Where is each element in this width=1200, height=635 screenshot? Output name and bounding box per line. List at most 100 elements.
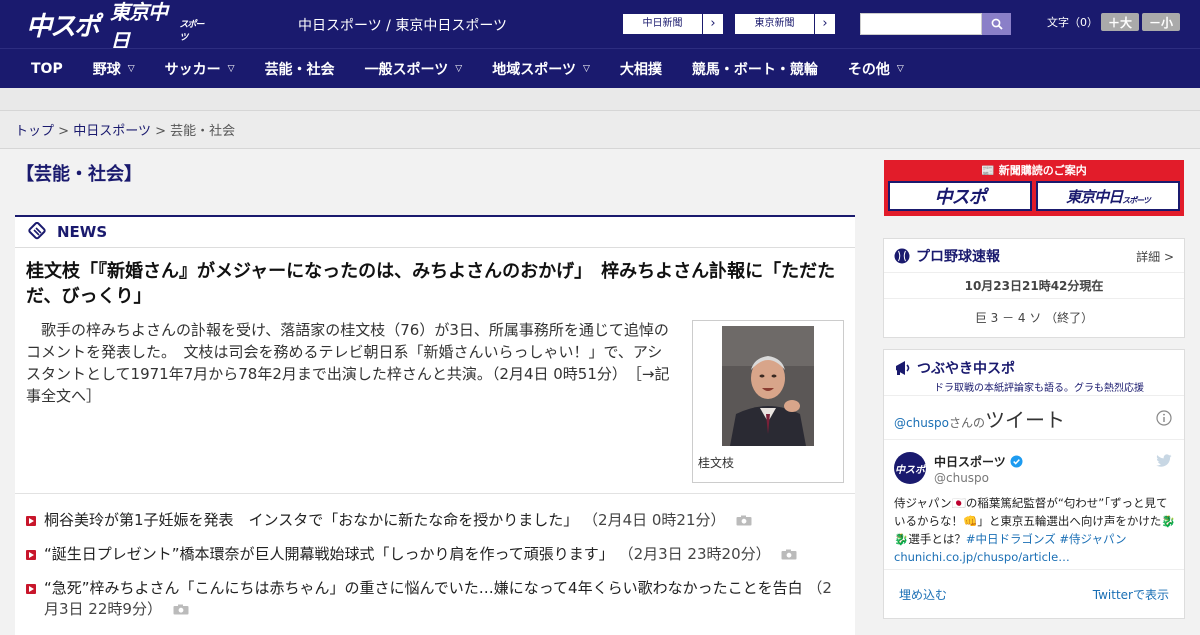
twitter-card-subtitle: ドラ取戦の本紙評論家も語る。グラも熱烈応援 xyxy=(934,383,1144,394)
news-panel: NEWS 桂文枝「『新婚さん』がメジャーになったのは、みちよさんのおかげ」 梓み… xyxy=(15,215,855,635)
nav-label: 大相撲 xyxy=(619,61,662,78)
info-icon[interactable] xyxy=(1156,410,1172,426)
nav-item-baseball[interactable]: 野球 ▽ xyxy=(78,49,150,89)
newspaper-icon: 📰 xyxy=(981,164,995,177)
nav-label: 野球 xyxy=(92,61,121,78)
main-article-text: 歌手の梓みちよさんの訃報を受け、落語家の桂文枝（76）が3日、所属事務所を通じて… xyxy=(26,321,669,383)
baseball-detail-link[interactable]: 詳細 > xyxy=(1136,248,1174,265)
search-icon xyxy=(991,18,1003,30)
embed-link[interactable]: 埋め込む xyxy=(899,586,947,603)
nav-item-top[interactable]: TOP xyxy=(16,49,78,89)
tokyo-shimbun-label: 東京新聞 xyxy=(735,14,815,34)
nav-item-other[interactable]: その他 ▽ xyxy=(833,49,919,89)
chuspo-logo[interactable]: 中スポ xyxy=(24,6,100,42)
font-bigger-button[interactable]: ＋大 xyxy=(1101,13,1139,31)
tweet-account-name[interactable]: 中日スポーツ xyxy=(934,453,1023,470)
chevron-right-icon: › xyxy=(822,16,828,31)
subscribe-tokyo-sub: スポーツ xyxy=(1122,195,1151,205)
list-item[interactable]: “誕生日プレゼント”橋本環奈が巨人開幕戦始球式「しっかり肩を作って頑張ります」 … xyxy=(26,544,841,565)
article-photo[interactable]: 桂文枝 xyxy=(692,320,844,483)
news-label: NEWS xyxy=(57,223,108,241)
view-on-twitter-link[interactable]: Twitterで表示 xyxy=(1093,586,1169,603)
list-item-title[interactable]: 桐谷美玲が第1子妊娠を発表 インスタで「おなかに新たな命を授かりました」 xyxy=(44,511,578,529)
list-item-title[interactable]: “誕生日プレゼント”橋本環奈が巨人開幕戦始球式「しっかり肩を作って頑張ります」 xyxy=(44,545,614,563)
tweet-text: 侍ジャパン🇯🇵の稲葉篤紀監督が“匂わせ”「ずっと見ているからな！👊」と東京五輪選… xyxy=(894,494,1176,566)
chevron-right-icon: › xyxy=(710,16,716,31)
main-article-body: 歌手の梓みちよさんの訃報を受け、落語家の桂文枝（76）が3日、所属事務所を通じて… xyxy=(26,319,676,407)
twitter-card-title: つぶやき中スポ xyxy=(917,361,1015,377)
chevron-down-icon: ▽ xyxy=(127,63,135,74)
twitter-card: つぶやき中スポ ドラ取戦の本紙評論家も語る。グラも熱烈応援 @chuspoさんの… xyxy=(883,349,1185,619)
list-item-date: （2月3日 23時20分） xyxy=(618,545,771,563)
list-item-date: （2月4日 0時21分） xyxy=(583,511,726,529)
news-header: NEWS xyxy=(15,217,855,248)
breadcrumb-current: 芸能・社会 xyxy=(170,124,236,139)
arrow-bullet-icon xyxy=(26,550,36,560)
camera-icon xyxy=(781,549,797,560)
chevron-down-icon: ▽ xyxy=(227,63,235,74)
nav-label: 競馬・ボート・競輪 xyxy=(691,61,818,78)
nav-item-sumo[interactable]: 大相撲 xyxy=(605,49,677,89)
nav-item-soccer[interactable]: サッカー ▽ xyxy=(150,49,250,89)
list-item[interactable]: “急死”梓みちよさん「こんにちは赤ちゃん」の重さに悩んでいた…嫌になって4年くら… xyxy=(26,578,841,620)
subscription-title: 📰 新聞購読のご案内 xyxy=(884,162,1184,178)
chunichi-shimbun-label: 中日新聞 xyxy=(623,14,703,34)
font-smaller-button[interactable]: －小 xyxy=(1142,13,1180,31)
megaphone-icon xyxy=(896,361,910,375)
search-input[interactable] xyxy=(860,13,982,35)
nav-label: TOP xyxy=(31,60,63,77)
list-item[interactable]: 桐谷美玲が第1子妊娠を発表 インスタで「おなかに新たな命を授かりました」 （2月… xyxy=(26,510,841,531)
avatar[interactable]: 中スポ xyxy=(894,452,926,484)
nav-item-regional-sports[interactable]: 地域スポーツ ▽ xyxy=(477,49,605,89)
nav-label: 芸能・社会 xyxy=(264,61,335,78)
chunichi-shimbun-button[interactable]: 中日新聞 › xyxy=(622,13,724,35)
ad-band xyxy=(0,88,1200,111)
tokyo-shimbun-button[interactable]: 東京新聞 › xyxy=(734,13,836,35)
tweets-handle-link[interactable]: @chuspo xyxy=(894,416,949,430)
arrow-bullet-icon xyxy=(26,516,36,526)
site-title-link[interactable]: 中日スポーツ / 東京中日スポーツ xyxy=(298,15,507,35)
nav-label: 地域スポーツ xyxy=(492,61,576,78)
score-game-row[interactable]: 巨 3 － 4 ソ （終了） xyxy=(884,299,1184,337)
subscribe-chuspo-logo: 中スポ xyxy=(888,181,1032,211)
tweets-handle-suffix: さんの xyxy=(949,416,986,430)
twitter-card-header: つぶやき中スポ ドラ取戦の本紙評論家も語る。グラも熱烈応援 xyxy=(884,350,1184,396)
page-title: 【芸能・社会】 xyxy=(16,164,142,185)
subscription-banner[interactable]: 📰 新聞購読のご案内 中スポ 東京中日 スポーツ xyxy=(884,160,1184,216)
tokyo-logo-text: 東京中日 xyxy=(110,0,168,53)
tokyo-logo-sub: スポーツ xyxy=(179,20,204,43)
main-nav: TOP 野球 ▽ サッカー ▽ 芸能・社会 一般スポーツ ▽ 地域スポーツ ▽ 大相撲 … xyxy=(0,48,1200,88)
arrow-bullet-icon xyxy=(26,584,36,594)
tweets-label: ツイート xyxy=(985,408,1066,432)
search-button[interactable] xyxy=(982,13,1011,35)
nav-item-entertainment[interactable]: 芸能・社会 xyxy=(250,49,350,89)
twitter-card-footer: 埋め込む Twitterで表示 xyxy=(884,570,1184,615)
news-tag-icon xyxy=(28,222,46,240)
list-item-title[interactable]: “急死”梓みちよさん「こんにちは赤ちゃん」の重さに悩んでいた…嫌になって4年くら… xyxy=(44,579,803,597)
twitter-bird-icon[interactable] xyxy=(1156,454,1172,468)
tweet-account-handle: @chuspo xyxy=(934,471,990,485)
portrait-image xyxy=(722,326,814,446)
photo-image xyxy=(722,326,814,446)
tokyo-chunichi-logo[interactable]: 東京中日 スポーツ xyxy=(110,0,208,53)
breadcrumb-top[interactable]: トップ xyxy=(15,124,54,139)
subscribe-tokyo-logo: 東京中日 スポーツ xyxy=(1036,181,1180,211)
nav-item-racing[interactable]: 競馬・ボート・競輪 xyxy=(677,49,833,89)
font-size-label: 文字（0） xyxy=(1047,16,1098,29)
tweet-account-name-text: 中日スポーツ xyxy=(934,455,1006,469)
section-divider xyxy=(15,493,855,494)
breadcrumb-chunichi-sports[interactable]: 中日スポーツ xyxy=(73,124,151,139)
nav-item-general-sports[interactable]: 一般スポーツ ▽ xyxy=(350,49,478,89)
main-article-title[interactable]: 桂文枝「『新婚さん』がメジャーになったのは、みちよさんのおかげ」 梓みちよさん訃… xyxy=(26,259,836,309)
chevron-down-icon: ▽ xyxy=(455,63,463,74)
top-header: 中スポ 東京中日 スポーツ 中日スポーツ / 東京中日スポーツ 中日新聞 › 東京… xyxy=(0,0,1200,53)
subscription-title-text: 新聞購読のご案内 xyxy=(998,164,1087,177)
chevron-down-icon: ▽ xyxy=(582,63,590,74)
baseball-card-header: プロ野球速報 詳細 > xyxy=(884,239,1184,273)
camera-icon xyxy=(736,515,752,526)
verified-badge-icon xyxy=(1010,455,1023,468)
nav-label: 一般スポーツ xyxy=(364,61,449,78)
tweet[interactable]: 中スポ 中日スポーツ @chuspo 侍ジャパン🇯🇵の稲葉篤紀監督が“匂わせ”「… xyxy=(884,440,1184,570)
baseball-icon xyxy=(894,248,910,263)
baseball-card-title: プロ野球速報 xyxy=(916,248,1000,265)
